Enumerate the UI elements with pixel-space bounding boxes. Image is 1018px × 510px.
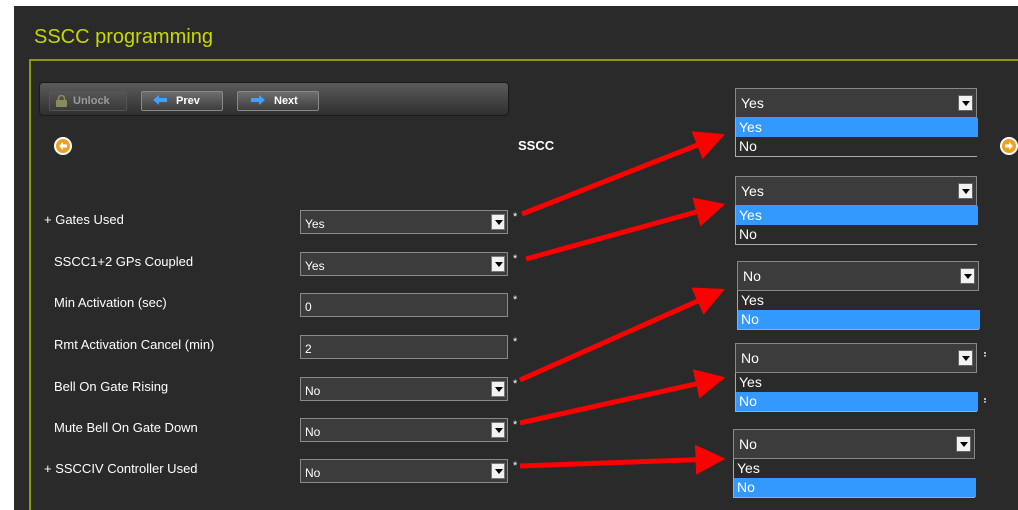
next-section-icon[interactable] — [1000, 137, 1018, 155]
chevron-down-icon[interactable] — [491, 214, 505, 230]
field-value: 0 — [305, 300, 312, 314]
field-label: + SSCCIV Controller Used — [44, 461, 198, 476]
separator-mark — [984, 352, 988, 357]
required-mark: * — [513, 378, 518, 390]
field-select[interactable]: No — [300, 459, 508, 483]
dropdown-options: Yes No — [733, 459, 976, 498]
dropdown-option[interactable]: No — [736, 392, 978, 411]
field-value: No — [305, 425, 321, 439]
chevron-down-icon[interactable] — [956, 436, 971, 452]
dropdown-select[interactable]: No — [737, 261, 979, 291]
next-button[interactable]: Next — [237, 91, 319, 111]
dropdown-option[interactable]: No — [738, 310, 980, 329]
dropdown-option[interactable]: Yes — [734, 459, 976, 478]
chevron-down-icon[interactable] — [960, 268, 975, 284]
dropdown-select[interactable]: No — [735, 343, 977, 373]
dropdown-select[interactable]: Yes — [735, 176, 977, 206]
required-mark: * — [513, 211, 518, 223]
field-select[interactable]: No — [300, 418, 508, 442]
dropdown-option[interactable]: Yes — [736, 206, 978, 225]
dropdown-value: No — [739, 436, 757, 452]
dropdown-value: Yes — [741, 183, 764, 199]
field-select[interactable]: No — [300, 377, 508, 401]
lock-icon — [55, 94, 68, 107]
required-mark: * — [513, 460, 518, 472]
section-title: SSCC — [518, 138, 555, 153]
chevron-down-icon[interactable] — [958, 95, 973, 111]
field-value: Yes — [305, 259, 325, 273]
field-label: Bell On Gate Rising — [54, 379, 169, 394]
chevron-down-icon[interactable] — [958, 350, 973, 366]
dropdown-options: Yes No — [735, 118, 978, 157]
dropdown-options: Yes No — [735, 373, 978, 412]
field-input[interactable]: 0 — [300, 293, 508, 317]
arrow-left-icon — [152, 94, 168, 108]
prev-button[interactable]: Prev — [141, 91, 223, 111]
chevron-down-icon[interactable] — [958, 183, 973, 199]
field-value: 2 — [305, 342, 312, 356]
dropdown-value: No — [743, 268, 761, 284]
unlock-label: Unlock — [73, 95, 110, 107]
chevron-down-icon[interactable] — [491, 256, 505, 272]
separator-mark — [984, 398, 988, 403]
dropdown-option[interactable]: Yes — [736, 118, 978, 137]
page-title: SSCC programming — [34, 26, 213, 48]
dropdown-value: No — [741, 350, 759, 366]
field-value: No — [305, 384, 321, 398]
dropdown-options: Yes No — [735, 206, 978, 245]
field-value: Yes — [305, 217, 325, 231]
dropdown-option[interactable]: No — [736, 137, 978, 156]
field-select[interactable]: Yes — [300, 252, 508, 276]
chevron-down-icon[interactable] — [491, 381, 505, 397]
field-label: Mute Bell On Gate Down — [54, 420, 198, 435]
dropdown-select[interactable]: Yes — [735, 88, 977, 118]
dropdown-option[interactable]: No — [736, 225, 978, 244]
dropdown-options: Yes No — [737, 291, 980, 330]
next-label: Next — [274, 95, 298, 107]
dropdown-select[interactable]: No — [733, 429, 975, 459]
required-mark: * — [513, 294, 518, 306]
required-mark: * — [513, 253, 518, 265]
dropdown-option[interactable]: Yes — [736, 373, 978, 392]
dropdown-value: Yes — [741, 95, 764, 111]
dropdown-option[interactable]: Yes — [738, 291, 980, 310]
required-mark: * — [513, 419, 518, 431]
field-select[interactable]: Yes — [300, 210, 508, 234]
chevron-down-icon[interactable] — [491, 463, 505, 479]
field-label: Rmt Activation Cancel (min) — [54, 337, 215, 352]
field-input[interactable]: 2 — [300, 335, 508, 359]
previous-section-icon[interactable] — [54, 137, 72, 155]
field-label: + Gates Used — [44, 212, 124, 227]
field-label: SSCC1+2 GPs Coupled — [54, 254, 194, 269]
unlock-button[interactable]: Unlock — [49, 91, 127, 111]
chevron-down-icon[interactable] — [491, 422, 505, 438]
required-mark: * — [513, 336, 518, 348]
dropdown-option[interactable]: No — [734, 478, 976, 497]
field-label: Min Activation (sec) — [54, 295, 167, 310]
field-value: No — [305, 466, 321, 480]
arrow-right-icon — [250, 94, 266, 108]
prev-label: Prev — [176, 95, 200, 107]
